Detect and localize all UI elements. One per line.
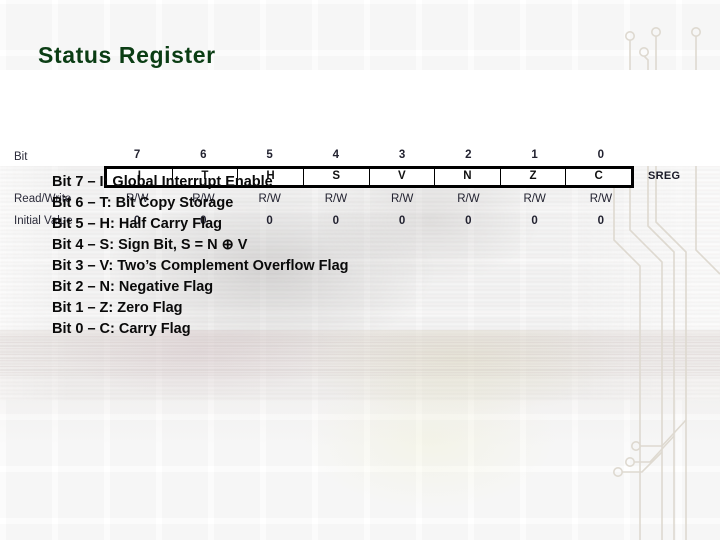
bit-number: 7	[133, 149, 141, 161]
initial-value: 0	[465, 215, 472, 227]
read-write-value: R/W	[457, 193, 480, 205]
register-cell: N	[435, 169, 501, 185]
initial-value: 0	[531, 215, 538, 227]
register-cell: Z	[501, 169, 567, 185]
register-cell: C	[594, 170, 603, 183]
status-register-figure: Bit Read/Write Initial Value 7 6 5 4 3 2…	[0, 70, 720, 227]
bit-number: 2	[465, 149, 472, 161]
list-item: Bit 6 – T: Bit Copy Storage	[52, 195, 234, 211]
bit-number: 3	[398, 149, 406, 161]
list-item: Bit 5 – H: Half Carry Flag	[52, 216, 223, 232]
list-item: Bit 3 – V: Two’s Complement Overflow Fla…	[52, 258, 349, 274]
initial-value: 0	[398, 215, 406, 227]
read-write-value: R/W	[589, 193, 613, 205]
row-label-bit: Bit	[14, 151, 28, 163]
list-item: Bit 2 – N: Negative Flag	[52, 279, 214, 295]
list-item: Bit 0 – C: Carry Flag	[52, 321, 191, 337]
read-write-value: R/W	[523, 193, 546, 205]
list-item: Bit 4 – S: Sign Bit, S = N ⊕ V	[52, 237, 248, 253]
bit-number-row: 7 6 5 4 3 2 1 0	[104, 149, 634, 161]
read-write-value: R/W	[390, 193, 414, 205]
bit-number: 1	[531, 149, 538, 161]
bit-number: 0	[597, 149, 605, 161]
bit-number: 4	[332, 149, 340, 161]
bit-description-list: Bit 7 – I: Global Interrupt Enable Bit 6…	[52, 172, 349, 340]
page-title: Status Register	[38, 42, 216, 68]
slide: Status Register Bit Read/Write Initial V…	[0, 0, 720, 540]
register-cell: V	[370, 169, 436, 185]
list-item: Bit 7 – I: Global Interrupt Enable	[52, 174, 273, 190]
initial-value: 0	[597, 215, 605, 227]
bit-number: 6	[200, 149, 207, 161]
background-streaks	[0, 336, 720, 376]
register-name-label: SREG	[648, 170, 681, 182]
bit-number: 5	[266, 149, 273, 161]
list-item: Bit 1 – Z: Zero Flag	[52, 300, 183, 316]
